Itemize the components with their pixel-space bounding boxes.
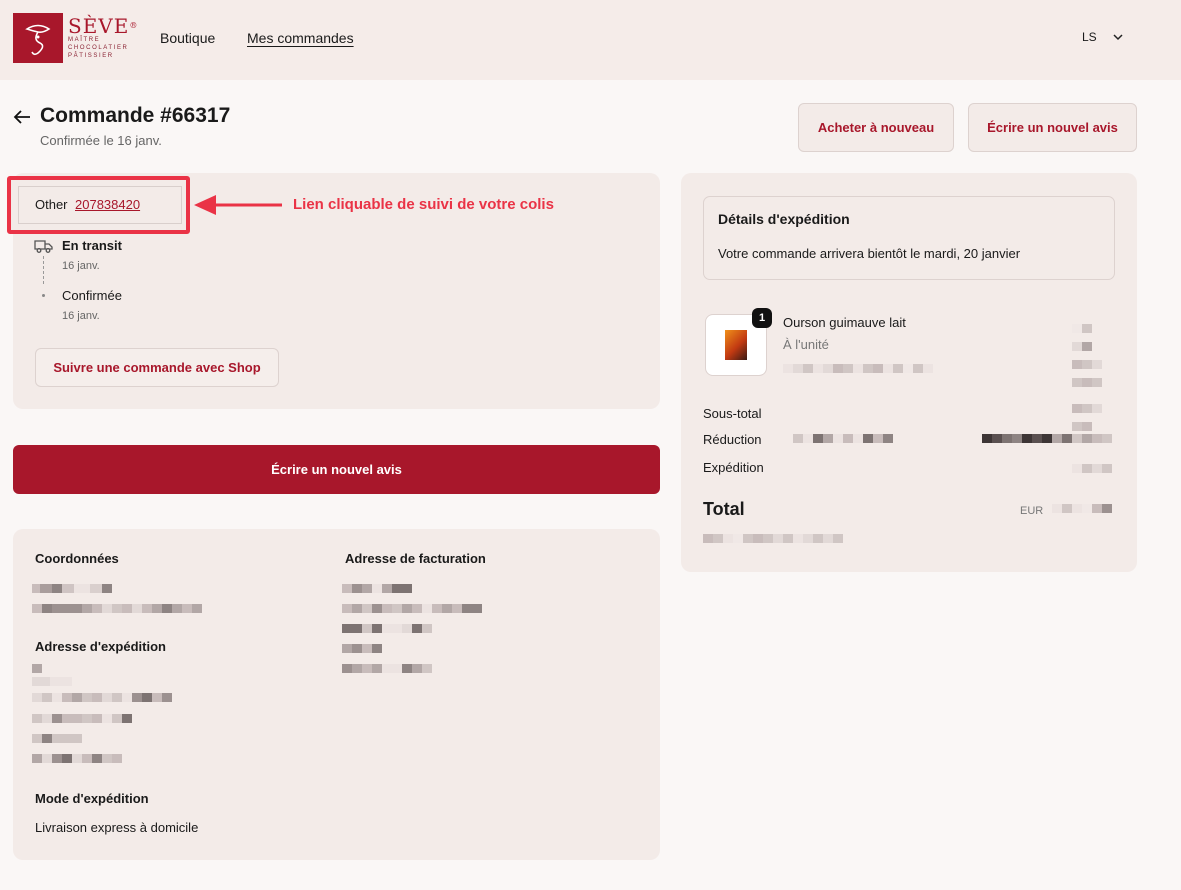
tracking-number-link[interactable]: 207838420 [75, 197, 140, 212]
redacted-shipping-line [32, 677, 72, 686]
nav-link-orders[interactable]: Mes commandes [247, 30, 354, 46]
brand-wordmark: SÈVE® MAÎTRE CHOCOLATIER PÂTISSIER [68, 14, 139, 59]
shipping-label: Expédition [703, 460, 764, 475]
currency-code: EUR [1020, 505, 1044, 517]
site-header: SÈVE® MAÎTRE CHOCOLATIER PÂTISSIER Bouti… [0, 0, 1181, 80]
redacted-tax-note [703, 534, 843, 543]
redacted-discount-value [982, 434, 1112, 443]
redacted-shipping-cost [1072, 464, 1112, 473]
redacted-subtotal [1072, 404, 1102, 431]
brand-logo[interactable] [13, 13, 63, 63]
contact-heading: Coordonnées [35, 551, 119, 566]
redacted-billing-line [342, 624, 432, 633]
track-with-shop-button[interactable]: Suivre une commande avec Shop [35, 348, 279, 387]
subtotal-label: Sous-total [703, 406, 762, 421]
discount-label: Réduction [703, 432, 762, 447]
shipping-mode-heading: Mode d'expédition [35, 791, 149, 806]
redacted-billing-line [342, 644, 382, 653]
product-image [725, 330, 747, 360]
redacted-shipping-line [32, 664, 42, 673]
write-review-button-top[interactable]: Écrire un nouvel avis [968, 103, 1137, 152]
redacted-product-detail [783, 364, 933, 373]
quantity-badge: 1 [752, 308, 772, 328]
redacted-total-amount [1052, 504, 1112, 513]
shipping-details-box [703, 196, 1115, 280]
order-confirmation-date: Confirmée le 16 janv. [40, 133, 162, 148]
annotation-arrow-icon [194, 195, 282, 215]
tracking-step-date: 16 janv. [62, 310, 100, 322]
redacted-shipping-line [32, 693, 172, 702]
total-label: Total [703, 499, 745, 519]
tracking-step-date: 16 janv. [62, 260, 100, 272]
nav-link-boutique[interactable]: Boutique [160, 30, 215, 46]
redacted-contact-email [32, 604, 202, 613]
account-initials[interactable]: LS [1082, 30, 1097, 44]
chevron-down-icon[interactable] [1112, 32, 1124, 42]
redacted-shipping-line [32, 734, 82, 743]
back-arrow-icon[interactable] [12, 108, 32, 126]
redacted-discount-code [793, 434, 893, 443]
redacted-contact-name [32, 584, 112, 593]
shipping-details-message: Votre commande arrivera bientôt le mardi… [718, 246, 1021, 261]
write-review-button[interactable]: Écrire un nouvel avis [13, 445, 660, 494]
shipping-address-heading: Adresse d'expédition [35, 639, 166, 654]
redacted-shipping-line [32, 714, 132, 723]
shipping-details-heading: Détails d'expédition [718, 211, 850, 227]
redacted-product-price [1072, 324, 1102, 387]
product-variant: À l'unité [783, 337, 829, 352]
timeline-dot [42, 294, 45, 297]
page-title: Commande #66317 [40, 104, 231, 127]
tracking-step-label: Confirmée [62, 288, 122, 303]
buy-again-button[interactable]: Acheter à nouveau [798, 103, 954, 152]
product-name: Ourson guimauve lait [783, 315, 906, 330]
timeline-connector [43, 256, 44, 284]
tracking-step-label: En transit [62, 238, 122, 253]
redacted-billing-line [342, 584, 412, 593]
redacted-billing-line [342, 604, 482, 613]
billing-address-heading: Adresse de facturation [345, 551, 486, 566]
tracking-annotation: Lien cliquable de suivi de votre colis [293, 196, 554, 213]
shipping-mode-value: Livraison express à domicile [35, 820, 199, 835]
carrier-name: Other [35, 197, 68, 212]
truck-icon [34, 240, 53, 253]
redacted-shipping-line [32, 754, 122, 763]
redacted-billing-line [342, 664, 432, 673]
